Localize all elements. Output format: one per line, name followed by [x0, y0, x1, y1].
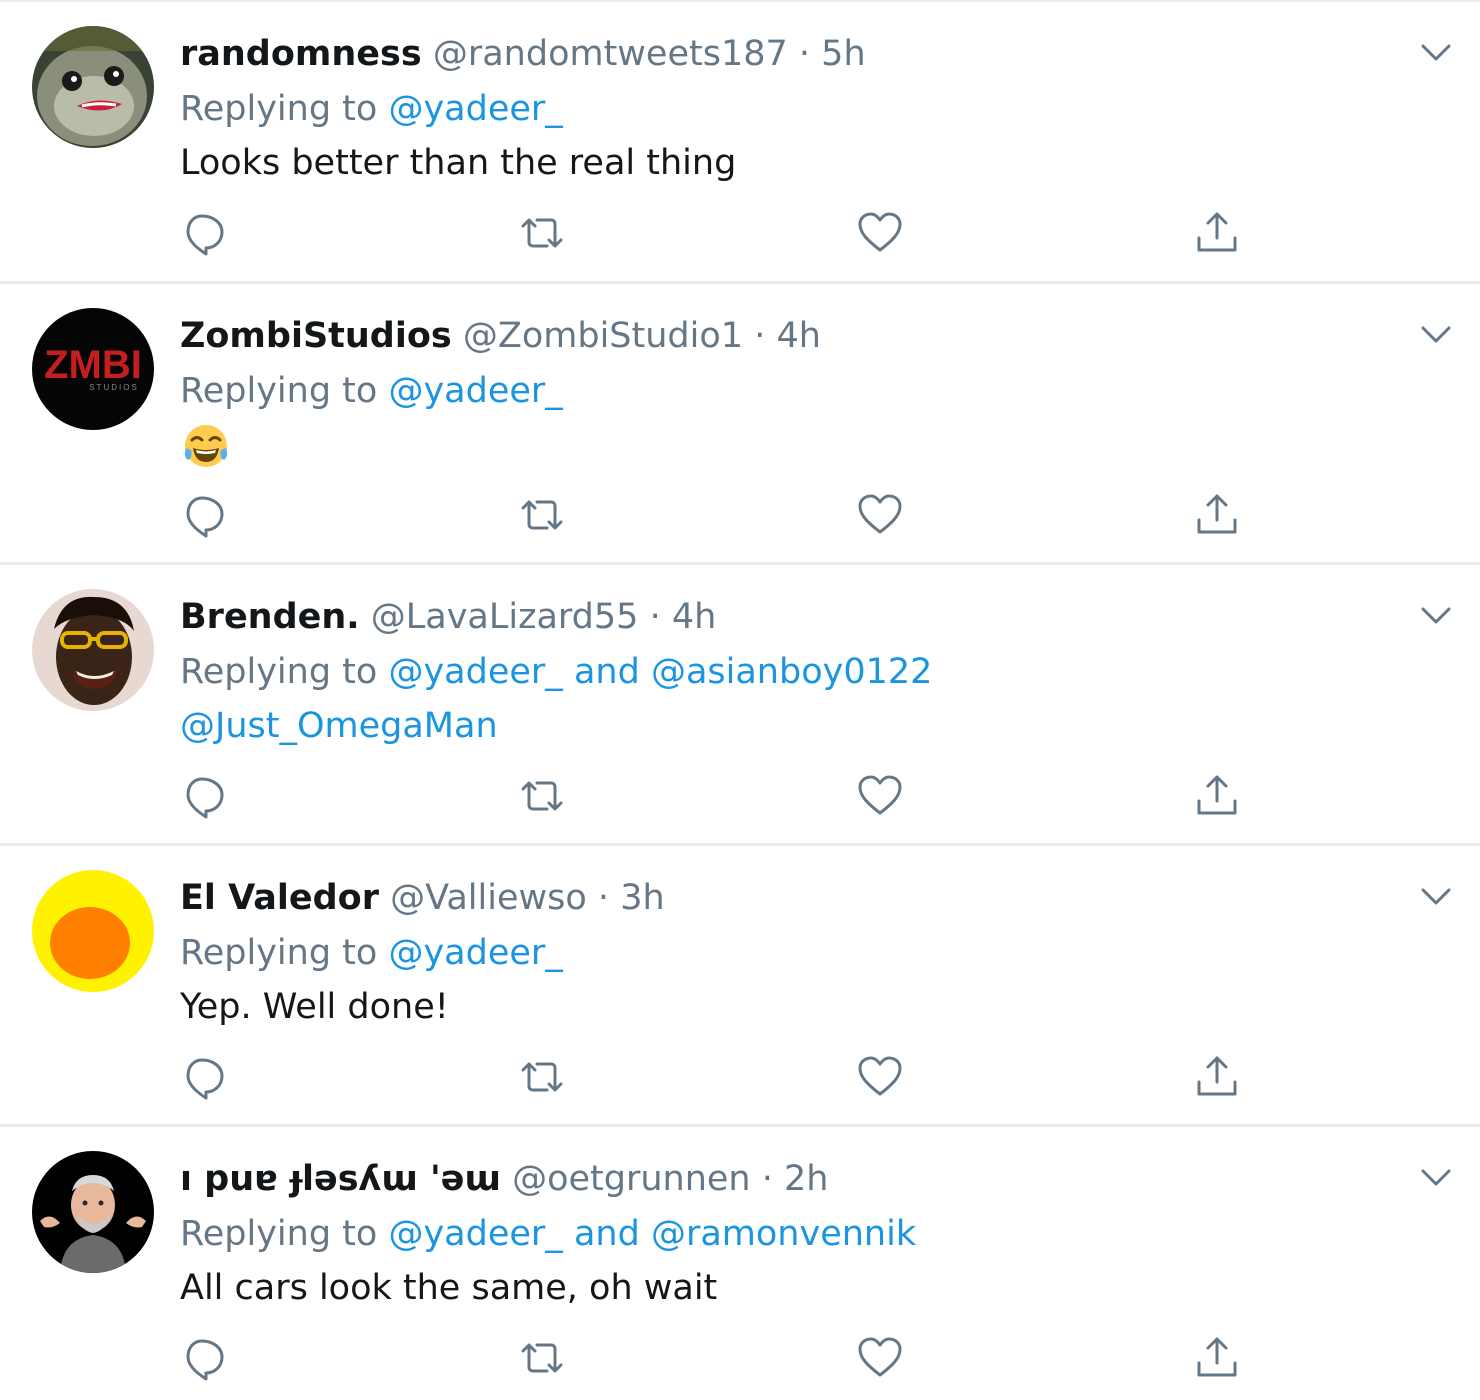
tweet-header: ı puɐ ɟlǝsʎɯ 'ǝɯ @oetgrunnen · 2h — [180, 1157, 828, 1201]
timestamp[interactable]: 2h — [784, 1159, 828, 1199]
chevron-down-icon[interactable] — [1420, 603, 1452, 627]
tweet-actions — [180, 208, 1280, 258]
reply-mention[interactable]: @yadeer_ — [388, 1214, 562, 1254]
reply-mention[interactable]: @yadeer_ — [388, 371, 562, 411]
reply-mention[interactable]: @yadeer_ — [388, 652, 562, 692]
tweet-item[interactable]: ı puɐ ɟlǝsʎɯ 'ǝɯ @oetgrunnen · 2h Replyi… — [0, 1124, 1480, 1400]
reply-icon[interactable] — [180, 1333, 230, 1383]
replying-to-label: Replying to — [180, 933, 378, 973]
retweet-icon[interactable] — [517, 1052, 567, 1102]
display-name[interactable]: randomness — [180, 34, 422, 74]
replying-to: Replying to @yadeer_ and @ramonvennik — [180, 1212, 916, 1256]
heart-icon[interactable] — [855, 490, 905, 540]
separator-dot: · — [761, 1159, 773, 1199]
reply-mention[interactable]: @asianboy0122 — [651, 652, 932, 692]
user-handle[interactable]: @randomtweets187 — [433, 34, 788, 74]
user-handle[interactable]: @Valliewso — [390, 878, 587, 918]
separator-dot: · — [798, 34, 811, 74]
reply-mention[interactable]: @yadeer_ — [388, 933, 562, 973]
reply-icon[interactable] — [180, 208, 230, 258]
heart-icon[interactable] — [855, 1333, 905, 1383]
replying-to: Replying to @yadeer_ — [180, 931, 563, 975]
avatar-logo-text: ZMBI — [44, 343, 142, 387]
tweet-header: El Valedor @Valliewso · 3h — [180, 876, 665, 920]
chevron-down-icon[interactable] — [1420, 884, 1452, 908]
reply-mention-joiner[interactable]: and — [574, 652, 640, 692]
display-name[interactable]: El Valedor — [180, 878, 379, 918]
replying-to: Replying to @yadeer_ — [180, 87, 563, 131]
tweet-actions — [180, 1052, 1280, 1102]
tweet-item[interactable]: randomness @randomtweets187 · 5h Replyin… — [0, 0, 1480, 281]
chevron-down-icon[interactable] — [1420, 1165, 1452, 1189]
retweet-icon[interactable] — [517, 490, 567, 540]
tears-of-joy-emoji-icon — [184, 425, 228, 467]
chevron-down-icon[interactable] — [1420, 322, 1452, 346]
avatar[interactable] — [32, 26, 154, 148]
heart-icon[interactable] — [855, 771, 905, 821]
replying-to: Replying to @yadeer_ and @asianboy0122 — [180, 650, 932, 694]
separator-dot: · — [754, 316, 766, 356]
reply-icon[interactable] — [180, 1052, 230, 1102]
timestamp[interactable]: 5h — [821, 34, 865, 74]
avatar-logo-subtext: STUDIOS — [89, 383, 139, 392]
share-icon[interactable] — [1192, 208, 1242, 258]
user-handle[interactable]: @LavaLizard55 — [371, 597, 639, 637]
reply-mention[interactable]: @ramonvennik — [651, 1214, 916, 1254]
replying-to-label: Replying to — [180, 1214, 378, 1254]
tweet-text: All cars look the same, oh wait — [180, 1268, 718, 1308]
timestamp[interactable]: 4h — [672, 597, 716, 637]
avatar[interactable] — [32, 870, 154, 992]
timestamp[interactable]: 3h — [620, 878, 664, 918]
retweet-icon[interactable] — [517, 1333, 567, 1383]
tweet-item[interactable]: El Valedor @Valliewso · 3h Replying to @… — [0, 843, 1480, 1124]
reply-feed: randomness @randomtweets187 · 5h Replyin… — [0, 0, 1480, 1400]
separator-dot: · — [597, 878, 610, 918]
reply-icon[interactable] — [180, 490, 230, 540]
user-handle[interactable]: @oetgrunnen — [512, 1159, 751, 1199]
retweet-icon[interactable] — [517, 208, 567, 258]
reply-mention-joiner[interactable]: and — [574, 1214, 640, 1254]
reply-mention[interactable]: @yadeer_ — [388, 89, 562, 129]
reply-icon[interactable] — [180, 771, 230, 821]
tweet-text[interactable]: @Just_OmegaMan — [180, 704, 498, 748]
user-handle[interactable]: @ZombiStudio1 — [463, 316, 743, 356]
tweet-item[interactable]: ZMBI STUDIOS ZombiStudios @ZombiStudio1 … — [0, 281, 1480, 562]
display-name[interactable]: Brenden. — [180, 597, 360, 637]
heart-icon[interactable] — [855, 208, 905, 258]
retweet-icon[interactable] — [517, 771, 567, 821]
tweet-header: ZombiStudios @ZombiStudio1 · 4h — [180, 314, 821, 358]
tweet-item[interactable]: Brenden. @LavaLizard55 · 4h Replying to … — [0, 562, 1480, 843]
tweet-actions — [180, 1333, 1280, 1383]
display-name[interactable]: ı puɐ ɟlǝsʎɯ 'ǝɯ — [180, 1159, 501, 1199]
display-name[interactable]: ZombiStudios — [180, 316, 452, 356]
replying-to-label: Replying to — [180, 371, 378, 411]
share-icon[interactable] — [1192, 1333, 1242, 1383]
avatar[interactable] — [32, 589, 154, 711]
timestamp[interactable]: 4h — [776, 316, 820, 356]
share-icon[interactable] — [1192, 490, 1242, 540]
avatar[interactable]: ZMBI STUDIOS — [32, 308, 154, 430]
tweet-text: Looks better than the real thing — [180, 143, 737, 183]
share-icon[interactable] — [1192, 771, 1242, 821]
share-icon[interactable] — [1192, 1052, 1242, 1102]
tweet-actions — [180, 490, 1280, 540]
tweet-header: Brenden. @LavaLizard55 · 4h — [180, 595, 716, 639]
avatar[interactable] — [32, 1151, 154, 1273]
heart-icon[interactable] — [855, 1052, 905, 1102]
tweet-header: randomness @randomtweets187 · 5h — [180, 32, 866, 76]
replying-to: Replying to @yadeer_ — [180, 369, 563, 413]
replying-to-label: Replying to — [180, 89, 378, 129]
chevron-down-icon[interactable] — [1420, 40, 1452, 64]
tweet-actions — [180, 771, 1280, 821]
tweet-text: Yep. Well done! — [180, 987, 449, 1027]
replying-to-label: Replying to — [180, 652, 378, 692]
separator-dot: · — [649, 597, 661, 637]
